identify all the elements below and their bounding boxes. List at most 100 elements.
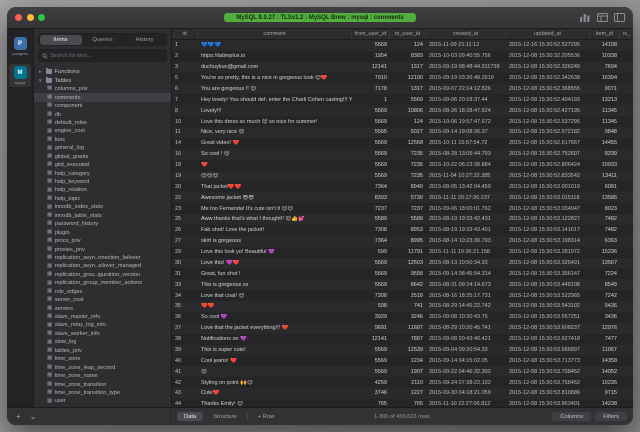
cell-to_user_id[interactable]: 5027 <box>390 129 426 135</box>
tab-history[interactable]: History <box>124 35 166 45</box>
cell-created_at[interactable]: 2015-08-19 19:33:42.431 <box>426 216 506 222</box>
cell-updated_at[interactable]: 2015-12-08 15:30:53.001019 <box>506 184 590 190</box>
cell-to_user_id[interactable]: 11687 <box>390 325 426 331</box>
table-row[interactable]: 7Hey lovely! You should def. enter the C… <box>172 94 633 105</box>
sidebar-table-innodb_index_stats[interactable]: ▦innodb_index_stats <box>34 203 171 211</box>
sidebar-table-replication_asyn..nnection_failover[interactable]: ▦replication_asyn..nnection_failover <box>34 254 171 262</box>
cell-id[interactable]: 26 <box>172 227 198 233</box>
cell-updated_at[interactable]: 2015-12-08 15:30:53.557251 <box>506 314 590 320</box>
cell-created_at[interactable]: 2015-10-22 06:23:38.884 <box>426 162 506 168</box>
cell-id[interactable]: 25 <box>172 216 198 222</box>
cell-created_at[interactable]: 2015-10-03 09:40:55.756 <box>426 53 506 59</box>
cell-id[interactable]: 3 <box>172 64 198 70</box>
table-row[interactable]: 38Notifications on 💜1214178872015-09-08 … <box>172 334 633 345</box>
sidebar-table-help_category[interactable]: ▦help_category <box>34 169 171 177</box>
table-row[interactable]: 33This is gorgeous xx556986422015-08-31 … <box>172 279 633 290</box>
cell-to_user_id[interactable]: 5730 <box>390 195 426 201</box>
cell-created_at[interactable]: 2015-08-29 14:45:22.742 <box>426 303 506 309</box>
cell-to_user_id[interactable]: 11791 <box>390 249 426 255</box>
cell-item_id[interactable]: 9848 <box>590 129 620 135</box>
cell-comment[interactable]: ❤️ <box>198 162 352 168</box>
cell-item_id[interactable]: 11067 <box>590 347 620 353</box>
cell-id[interactable]: 31 <box>172 271 198 277</box>
cell-created_at[interactable]: 2015-11-11 20:17:36.237 <box>426 195 506 201</box>
cell-comment[interactable]: So cool ! 😍 <box>198 151 352 157</box>
cell-from_user_id[interactable]: 7364 <box>352 184 390 190</box>
connection-mysql[interactable]: Mmysql <box>9 64 31 87</box>
cell-created_at[interactable]: 2015-10-11 15:57:54.72 <box>426 140 506 146</box>
cell-item_id[interactable]: 13411 <box>590 173 620 179</box>
cell-created_at[interactable]: 2015-09-04 09:20:54.33 <box>426 347 506 353</box>
column-header-item_id[interactable]: item_id <box>590 29 620 39</box>
plus-icon[interactable]: + <box>16 413 21 421</box>
cell-updated_at[interactable]: 2015-12-08 15:30:53.448108 <box>506 282 590 288</box>
table-row[interactable]: 34Love that coat! 😍730825182015-08-16 18… <box>172 290 633 301</box>
cell-comment[interactable]: ❤️❤️ <box>198 303 352 309</box>
cell-from_user_id[interactable]: 1954 <box>352 53 390 59</box>
cell-created_at[interactable]: 2015-11-09 21:11:12 <box>426 42 506 48</box>
cell-id[interactable]: 8 <box>172 108 198 114</box>
cell-id[interactable]: 39 <box>172 347 198 353</box>
cell-item_id[interactable]: 9715 <box>590 390 620 396</box>
table-row[interactable]: 22Awesome jacket 😎😎830357302015-11-11 20… <box>172 192 633 203</box>
cell-updated_at[interactable]: 2015-12-08 15:30:52.572182 <box>506 129 590 135</box>
cell-to_user_id[interactable]: 3246 <box>390 314 426 320</box>
cell-created_at[interactable]: 2015-09-06 20:18:37.44 <box>426 97 506 103</box>
sidebar-table-tables_priv[interactable]: ▦tables_priv <box>34 347 171 355</box>
cell-to_user_id[interactable]: 12539 <box>390 347 426 353</box>
cell-to_user_id[interactable]: 1907 <box>390 369 426 375</box>
cell-item_id[interactable]: 14455 <box>590 140 620 146</box>
filters-button[interactable]: Filters <box>595 412 627 421</box>
table-row[interactable]: 20That jacket❤️❤️736489402015-08-05 13:4… <box>172 181 633 192</box>
cell-item_id[interactable]: 14358 <box>590 358 620 364</box>
connection-postgres[interactable]: Ppostgres <box>9 35 31 58</box>
cell-id[interactable]: 11 <box>172 129 198 135</box>
cell-updated_at[interactable]: 2015-12-08 15:30:53.810886 <box>506 390 590 396</box>
cell-item_id[interactable]: 7224 <box>590 271 620 277</box>
cell-to_user_id[interactable]: 1317 <box>390 86 426 92</box>
cell-from_user_id[interactable]: 5569 <box>352 42 390 48</box>
cell-to_user_id[interactable]: 7235 <box>390 162 426 168</box>
table-view-icon[interactable] <box>597 13 608 22</box>
table-row[interactable]: 23Me too Fernanda! It's cute isn't it 😊😊… <box>172 203 633 214</box>
cell-comment[interactable]: 😍😍😍 <box>198 173 352 179</box>
cell-created_at[interactable]: 2015-09-08 20:43:40.421 <box>426 336 506 342</box>
cell-updated_at[interactable]: 2015-12-16 15:30:52.527295 <box>506 42 590 48</box>
cell-created_at[interactable]: 2015-09-19 08:48:44.911738 <box>426 64 506 70</box>
sidebar-table-slave_master_info[interactable]: ▦slave_master_info <box>34 313 171 321</box>
cell-from_user_id[interactable]: 5569 <box>352 347 390 353</box>
cell-id[interactable]: 41 <box>172 369 198 375</box>
cell-updated_at[interactable]: 2015-12-08 15:30:53.522965 <box>506 293 590 299</box>
sidebar-table-proxies_priv[interactable]: ▦proxies_priv <box>34 245 171 253</box>
cell-from_user_id[interactable]: 5569 <box>352 140 390 146</box>
sidebar-table-default_roles[interactable]: ▦default_roles <box>34 119 171 127</box>
cell-created_at[interactable]: 2015-08-26 18:28:47.624 <box>426 108 506 114</box>
cell-id[interactable]: 27 <box>172 238 198 244</box>
cell-created_at[interactable]: 2015-09-24 07:38:22.102 <box>426 380 506 386</box>
cell-to_user_id[interactable]: 8383 <box>390 53 426 59</box>
cell-item_id[interactable]: 13213 <box>590 97 620 103</box>
cell-id[interactable]: 2 <box>172 53 198 59</box>
cell-comment[interactable]: Great, fun shot ! <box>198 271 352 277</box>
cell-updated_at[interactable]: 2015-12-08 15:30:53.713773 <box>506 358 590 364</box>
cell-created_at[interactable]: 2015-09-19 03:26:49.2619 <box>426 75 506 81</box>
cell-id[interactable]: 42 <box>172 380 198 386</box>
cell-id[interactable]: 5 <box>172 75 198 81</box>
cell-item_id[interactable]: 10235 <box>590 380 620 386</box>
cell-item_id[interactable]: 7482 <box>590 216 620 222</box>
sidebar-table-slave_relay_log_info[interactable]: ▦slave_relay_log_info <box>34 321 171 329</box>
cell-item_id[interactable]: 14108 <box>590 42 620 48</box>
cell-from_user_id[interactable]: 12141 <box>352 336 390 342</box>
column-header-is_[interactable]: is_ <box>620 29 633 39</box>
cell-comment[interactable]: Love this! 💜❤️ <box>198 260 352 266</box>
cell-id[interactable]: 36 <box>172 314 198 320</box>
cell-id[interactable]: 37 <box>172 325 198 331</box>
cell-from_user_id[interactable]: 599 <box>352 249 390 255</box>
cell-item_id[interactable]: 16394 <box>590 75 620 81</box>
table-row[interactable]: 6You are gorgeous !! 😊717813172015-09-07… <box>172 84 633 95</box>
cell-comment[interactable]: Notifications on 💜 <box>198 336 352 342</box>
column-header-comment[interactable]: comment <box>198 29 352 39</box>
tab-items[interactable]: Items <box>40 35 82 45</box>
cell-created_at[interactable]: 2015-08-19 19:33:43.401 <box>426 227 506 233</box>
column-header-to_user_id[interactable]: to_user_id <box>390 29 426 39</box>
